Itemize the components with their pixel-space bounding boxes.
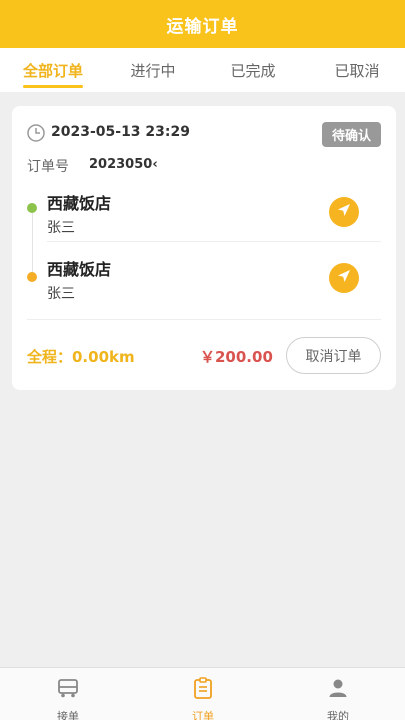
tab-all-orders[interactable]: 全部订单 (13, 48, 93, 92)
nav-item-receive[interactable]: 接单 (28, 668, 108, 720)
tab-label: 已完成 (230, 61, 276, 80)
order-number: 2023050‹ (89, 157, 158, 172)
pickup-name: 西藏饭店 (47, 194, 112, 213)
app-header: 运输订单 (0, 0, 405, 48)
navigate-icon (336, 202, 352, 222)
nav-label: 我的 (327, 710, 349, 720)
order-card[interactable]: 2023-05-13 23:29 待确认 订单号 2023050‹ 西藏饭店 张… (12, 106, 396, 390)
order-price: ￥200.00 (200, 348, 273, 366)
bottom-nav: 接单 订单 我的 (0, 667, 405, 720)
nav-item-mine[interactable]: 我的 (298, 668, 378, 720)
dropoff-navigate-button[interactable] (329, 263, 359, 293)
tab-cancelled[interactable]: 已取消 (317, 48, 397, 92)
order-datetime: 2023-05-13 23:29 (51, 124, 190, 140)
pickup-contact: 张三 (47, 220, 75, 236)
stop-divider (47, 241, 381, 242)
dropoff-name: 西藏饭店 (47, 260, 112, 279)
user-icon (326, 676, 350, 704)
nav-label: 订单 (192, 710, 214, 720)
nav-item-orders[interactable]: 订单 (163, 668, 243, 720)
tab-label: 已取消 (334, 61, 380, 80)
dropoff-dot (27, 272, 37, 282)
navigate-icon (336, 268, 352, 288)
nav-label: 接单 (57, 710, 79, 720)
order-list-icon (191, 676, 215, 704)
pickup-dot (27, 203, 37, 213)
order-number-label: 订单号 (27, 159, 69, 175)
cancel-order-button[interactable]: 取消订单 (286, 337, 381, 374)
truck-icon (56, 676, 80, 704)
page-title: 运输订单 (166, 16, 239, 37)
route-line (32, 209, 33, 277)
tab-label: 全部订单 (22, 61, 83, 80)
tab-in-progress[interactable]: 进行中 (113, 48, 193, 92)
tab-label: 进行中 (130, 61, 176, 80)
tab-completed[interactable]: 已完成 (213, 48, 293, 92)
status-badge: 待确认 (321, 122, 381, 147)
active-tab-indicator (23, 85, 83, 88)
pickup-navigate-button[interactable] (329, 197, 359, 227)
order-tabs: 全部订单 进行中 已完成 已取消 (0, 48, 405, 92)
total-distance: 全程：0.00km (27, 348, 135, 366)
card-divider (27, 319, 381, 320)
clock-icon (26, 123, 46, 143)
dropoff-contact: 张三 (47, 286, 75, 302)
